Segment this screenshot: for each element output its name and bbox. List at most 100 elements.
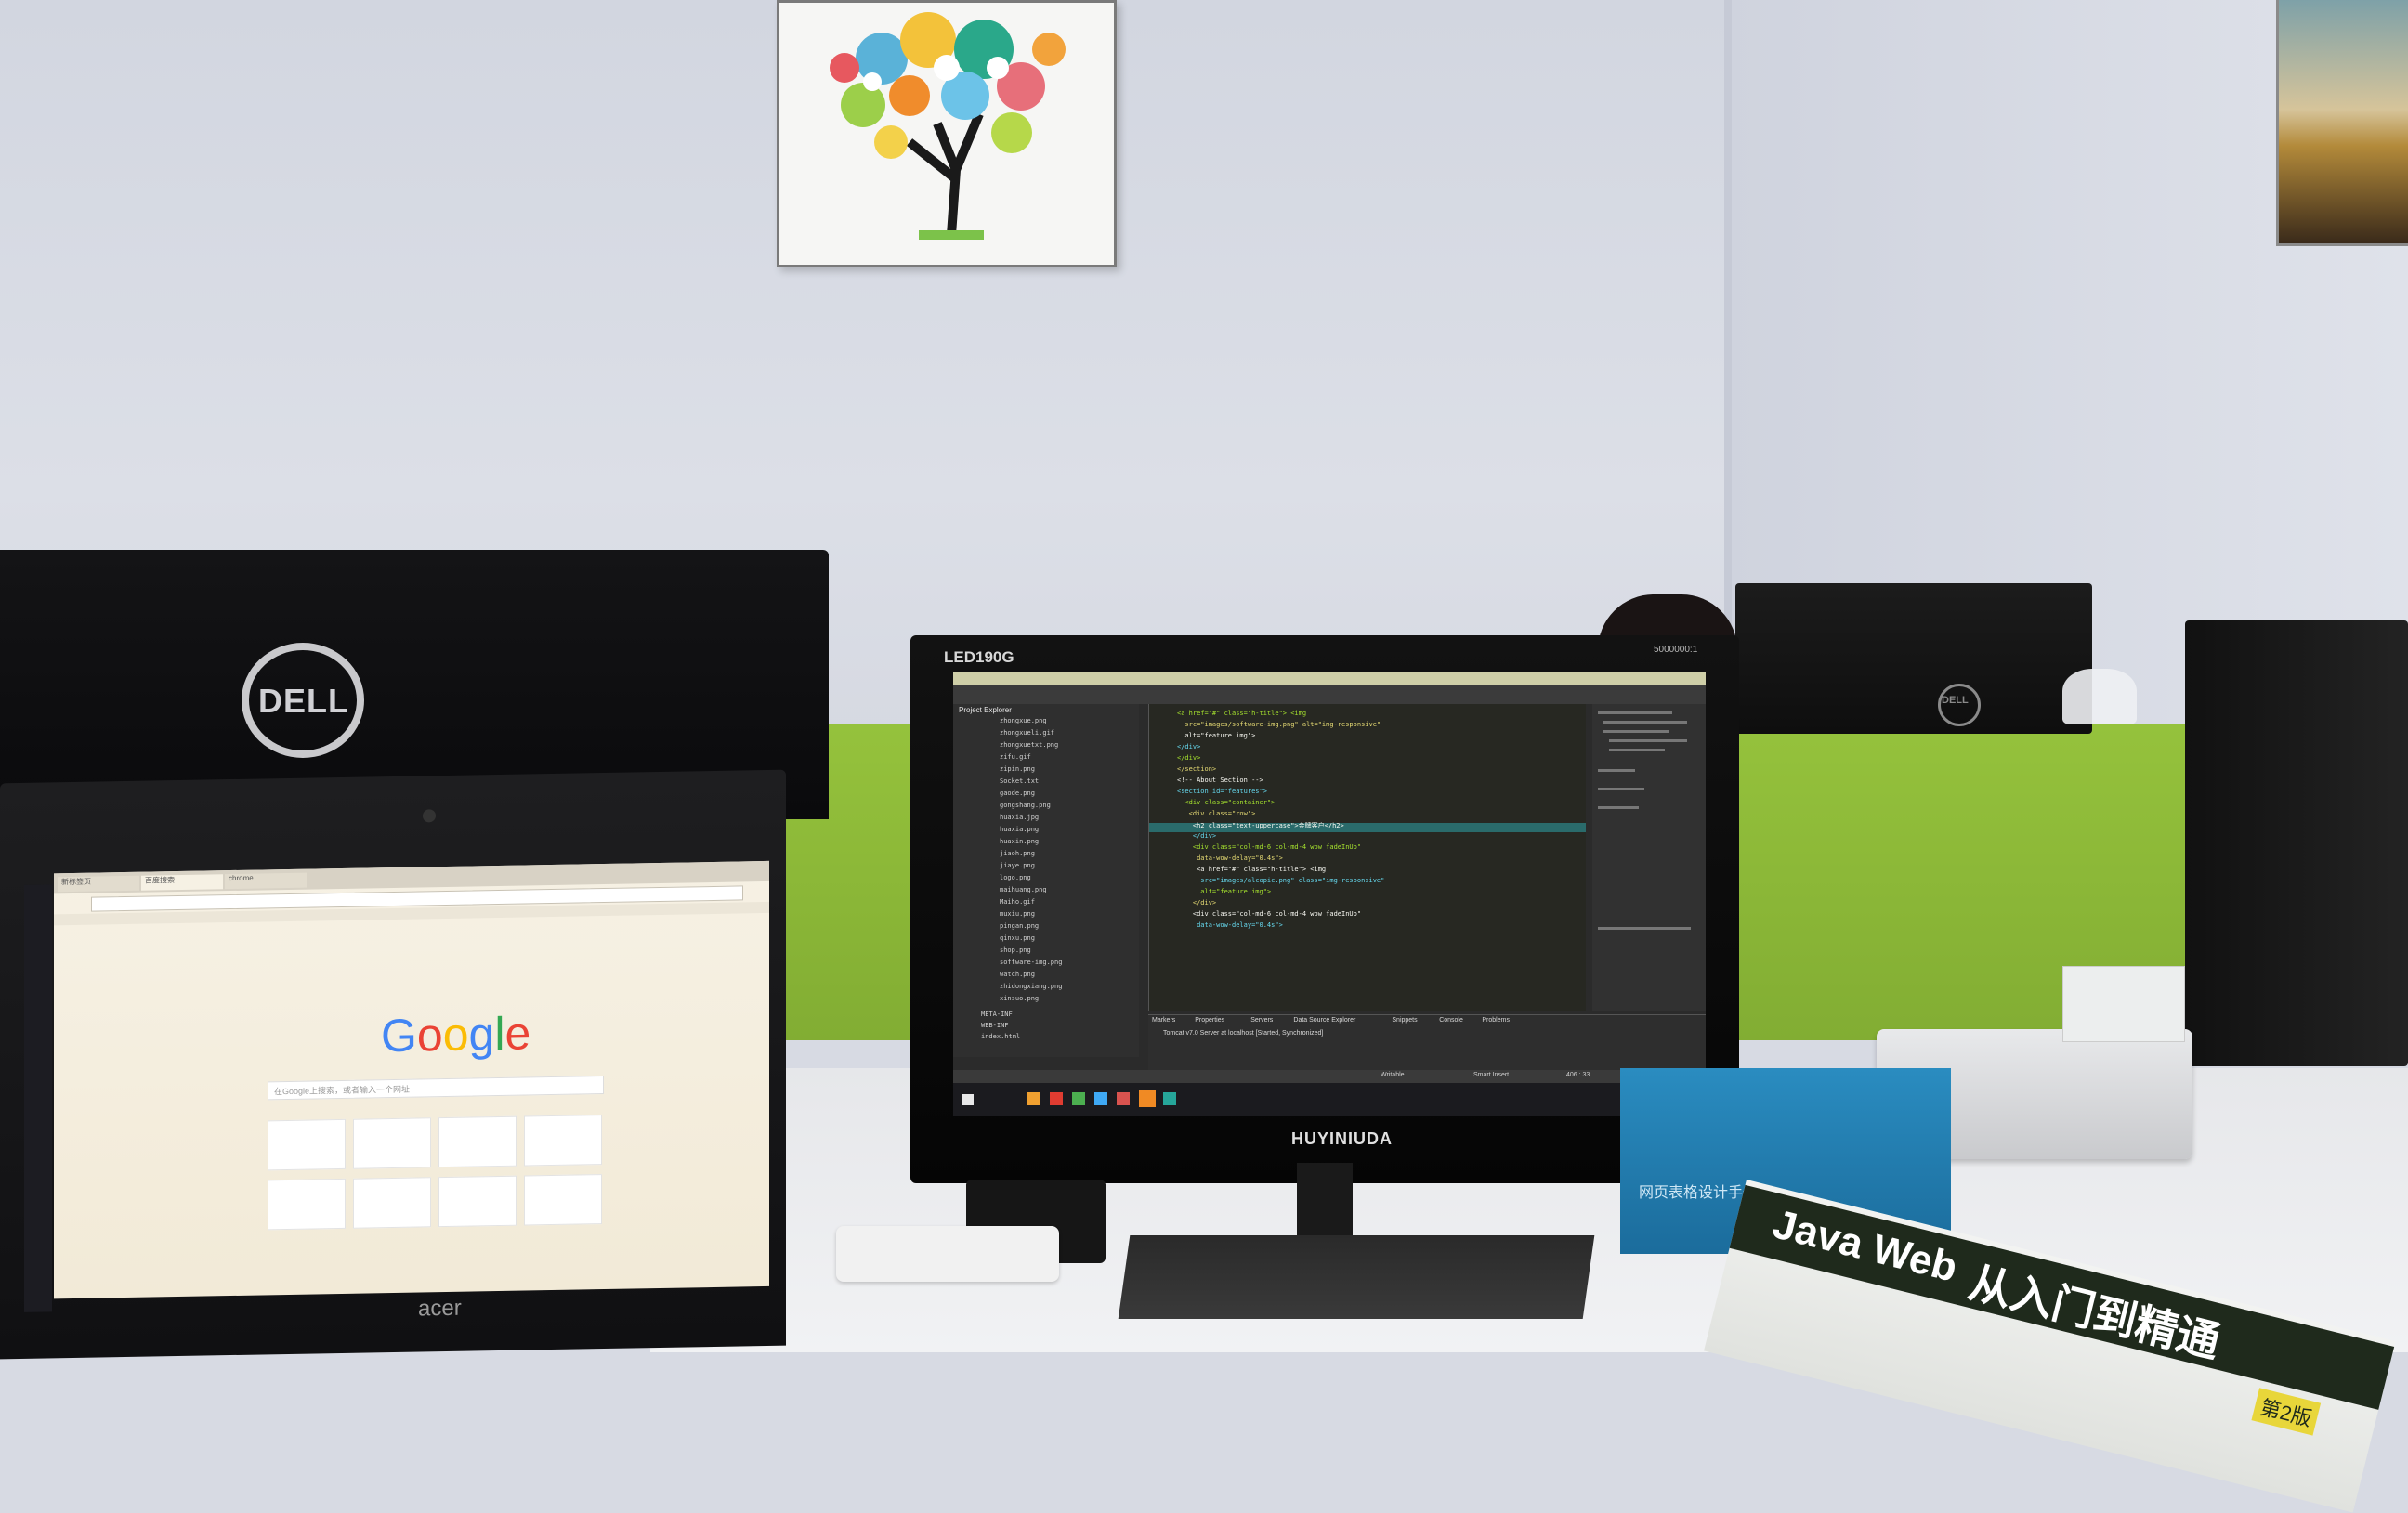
browser-tab[interactable]: 百度搜索 [141, 874, 223, 891]
outline-line [1609, 739, 1687, 742]
taskbar-app-icon[interactable] [1072, 1092, 1085, 1105]
shortcut-tile[interactable] [438, 1175, 517, 1228]
code-line: src="images/alcopic.png" class="img-resp… [1177, 877, 1385, 884]
file-item[interactable]: zhidongxiang.png [1000, 983, 1062, 990]
shortcut-tile[interactable] [353, 1117, 431, 1169]
ratio-badge: 5000000:1 [1654, 645, 1698, 655]
code-line: <div class="row"> [1177, 810, 1256, 817]
shortcut-tile[interactable] [524, 1174, 602, 1226]
power-strip [836, 1226, 1059, 1282]
file-item[interactable]: zipin.png [1000, 765, 1035, 773]
code-line: </div> [1177, 832, 1217, 840]
console-tab[interactable]: Servers [1250, 1017, 1273, 1024]
laptop-screen: 新标签页 百度搜索 chrome Google 在Google上搜索，或者输入一个网… [54, 860, 769, 1299]
browser-tab[interactable]: 新标签页 [58, 875, 139, 893]
file-item[interactable]: shop.png [1000, 946, 1031, 954]
google-letter: l [494, 1007, 505, 1061]
taskbar-app-icon[interactable] [1050, 1092, 1063, 1105]
windows-taskbar [953, 1083, 1706, 1116]
project-explorer-title: Project Explorer [959, 706, 1012, 714]
outline-line [1598, 769, 1635, 772]
outline-line [1609, 749, 1665, 751]
dell-brand-small: DELL [1942, 695, 1969, 706]
outline-line [1603, 721, 1687, 724]
file-item[interactable]: huaxia.png [1000, 826, 1039, 833]
google-letter: o [416, 1009, 443, 1062]
outline-line [1603, 730, 1669, 733]
file-item[interactable]: zifu.gif [1000, 753, 1031, 761]
right-edge-monitor [2185, 620, 2408, 1066]
shortcut-tile[interactable] [438, 1115, 517, 1168]
file-item[interactable]: gaode.png [1000, 789, 1035, 797]
center-monitor: LED190G 5000000:1 HUYINIUDA Project Expl… [910, 635, 1739, 1183]
file-item[interactable]: jiaoh.png [1000, 850, 1035, 857]
browser-tab[interactable]: chrome [225, 872, 307, 890]
console-panel: Markers Properties Servers Data Source Expl… [1148, 1014, 1706, 1071]
laptop: acer 新标签页 百度搜索 chrome Google 在Google上搜索，或者… [0, 769, 786, 1360]
console-tab[interactable]: Markers [1152, 1017, 1175, 1024]
search-placeholder: 在Google上搜索，或者输入一个网址 [274, 1084, 411, 1097]
shortcut-tile[interactable] [268, 1178, 346, 1231]
file-item[interactable]: software-img.png [1000, 959, 1062, 966]
file-item[interactable]: logo.png [1000, 874, 1031, 881]
file-item[interactable]: gongshang.png [1000, 802, 1051, 809]
ide-menubar [953, 672, 1706, 685]
folder-item[interactable]: META-INF [981, 1011, 1013, 1018]
code-line: <h2 class="text-uppercase">金牌客户</h2> [1177, 822, 1344, 829]
code-line: alt="feature img"> [1177, 888, 1272, 895]
file-item[interactable]: qinxu.png [1000, 934, 1035, 942]
file-item[interactable]: huaxin.png [1000, 838, 1039, 845]
code-line: </section> [1177, 765, 1217, 773]
console-tab[interactable]: Properties [1195, 1017, 1224, 1024]
taskbar-app-icon[interactable] [1094, 1092, 1107, 1105]
start-icon[interactable] [962, 1094, 974, 1105]
file-item[interactable]: huaxia.jpg [1000, 814, 1039, 821]
console-tab[interactable]: Console [1439, 1017, 1463, 1024]
outline-panel [1592, 704, 1706, 1011]
google-letter: e [504, 1007, 531, 1060]
console-tabs: Markers Properties Servers Data Source Expl… [1152, 1017, 1706, 1026]
code-line: <!-- About Section --> [1177, 776, 1263, 784]
file-item[interactable]: xinsuo.png [1000, 995, 1039, 1002]
google-letter: G [381, 1009, 417, 1063]
console-line: Tomcat v7.0 Server at localhost [Started… [1163, 1030, 1324, 1037]
taskbar-app-icon[interactable] [1163, 1092, 1176, 1105]
google-letter: g [468, 1008, 495, 1061]
file-item[interactable]: pingan.png [1000, 922, 1039, 930]
status-item: 406 : 33 [1566, 1072, 1590, 1078]
taskbar-app-icon[interactable] [1117, 1092, 1130, 1105]
folder-item[interactable]: index.html [981, 1033, 1020, 1040]
search-box[interactable]: 在Google上搜索，或者输入一个网址 [268, 1076, 604, 1101]
project-explorer: Project Explorer zhongxue.png zhongxueli.… [953, 704, 1139, 1057]
monitor-model: LED190G [944, 648, 1014, 666]
file-item[interactable]: maihuang.png [1000, 886, 1047, 893]
console-tab[interactable]: Problems [1482, 1017, 1510, 1024]
code-line: <section id="features"> [1177, 788, 1267, 795]
code-line: </div> [1177, 899, 1217, 906]
code-line: </div> [1177, 754, 1201, 762]
file-item[interactable]: zhongxue.png [1000, 717, 1047, 724]
console-tab[interactable]: Snippets [1392, 1017, 1417, 1024]
taskbar-app-icon[interactable] [1027, 1092, 1040, 1105]
status-item: Writable [1381, 1072, 1405, 1078]
ide-statusbar: Writable Smart Insert 406 : 33 [953, 1070, 1706, 1083]
file-item[interactable]: zhongxueli.gif [1000, 729, 1054, 737]
status-item: Smart Insert [1473, 1072, 1510, 1078]
file-item[interactable]: zhongxuetxt.png [1000, 741, 1058, 749]
code-editor: <a href="#" class="h-title"> <img src="i… [1148, 704, 1586, 1011]
tree-illustration [779, 3, 1114, 265]
file-item[interactable]: Maiho.gif [1000, 898, 1035, 906]
shortcut-tile[interactable] [524, 1115, 602, 1167]
console-tab[interactable]: Data Source Explorer [1293, 1017, 1355, 1024]
taskbar-app-icon[interactable] [1139, 1090, 1156, 1107]
shortcut-tile[interactable] [353, 1177, 431, 1229]
shortcut-tile[interactable] [268, 1118, 346, 1171]
dell-brand: DELL [258, 682, 349, 720]
file-item[interactable]: Socket.txt [1000, 777, 1039, 785]
folder-item[interactable]: WEB-INF [981, 1022, 1009, 1029]
file-item[interactable]: muxiu.png [1000, 910, 1035, 918]
file-item[interactable]: jiaye.png [1000, 862, 1035, 869]
small-box [2062, 966, 2185, 1042]
file-item[interactable]: watch.png [1000, 971, 1035, 978]
code-line: <div class="col-md-6 col-md-4 wow fadeIn… [1177, 843, 1362, 851]
